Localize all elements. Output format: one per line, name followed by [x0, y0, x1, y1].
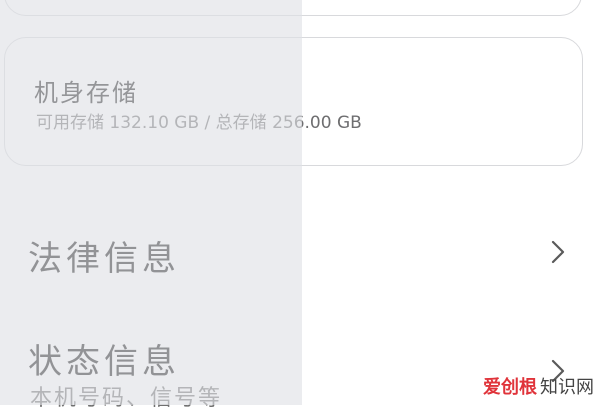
status-info-subtitle: 本机号码、信号等 — [30, 386, 223, 411]
storage-title: 机身存储 — [34, 79, 138, 107]
watermark-site: 知识网 — [540, 377, 594, 398]
legal-info-row[interactable]: 法律信息 — [0, 225, 600, 285]
previous-card[interactable] — [4, 0, 582, 16]
storage-detail: 可用存储 132.10 GB / 总存储 256.00 GB — [36, 113, 362, 133]
legal-info-title: 法律信息 — [28, 239, 180, 279]
chevron-right-icon — [551, 240, 565, 264]
watermark: 爱创根 知识网 — [483, 373, 594, 399]
status-info-title: 状态信息 — [28, 342, 180, 382]
watermark-brand: 爱创根 — [483, 377, 537, 398]
